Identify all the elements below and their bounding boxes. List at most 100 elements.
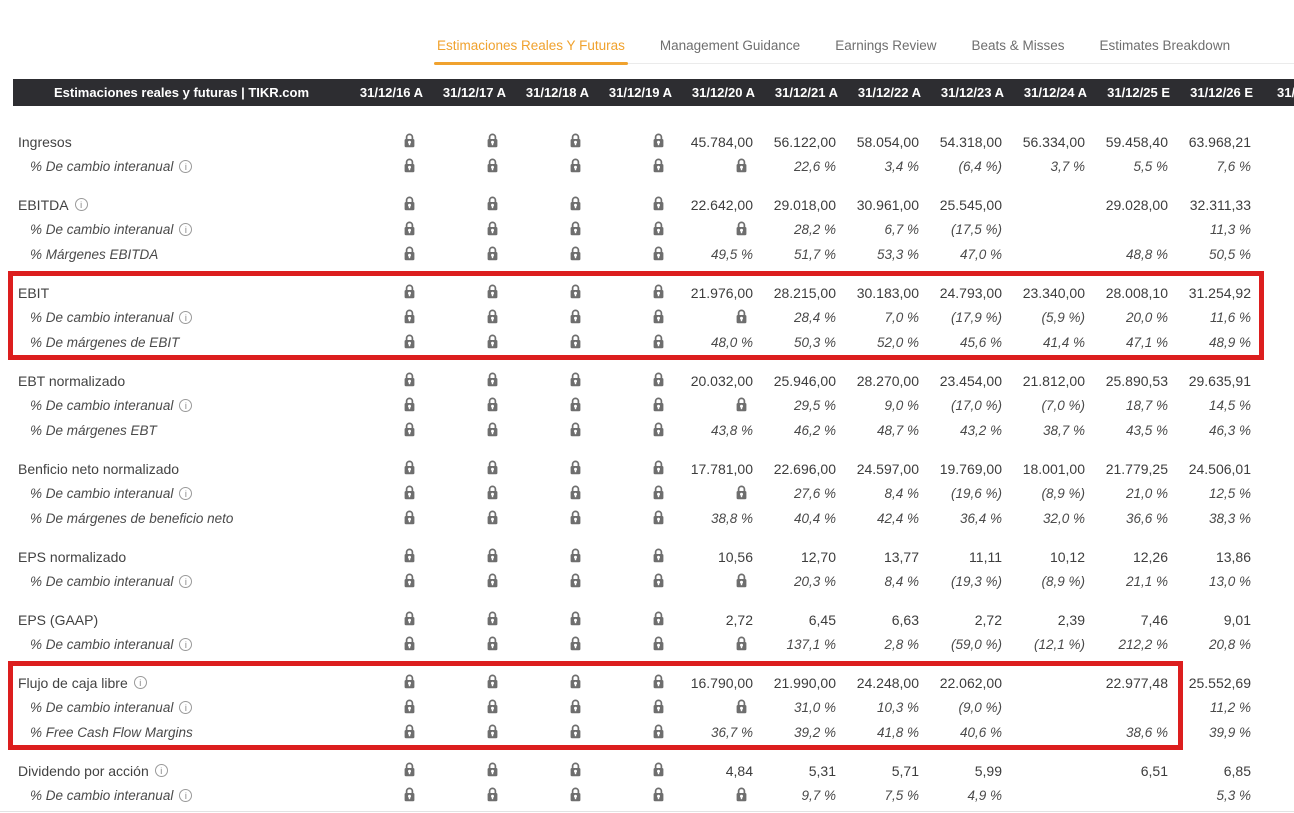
locked-cell	[350, 573, 433, 591]
row-label: Flujo de caja librei	[0, 675, 350, 691]
value-cell: 12,5 %	[1180, 486, 1263, 501]
value-cell: 20,0 %	[1097, 310, 1180, 325]
locked-cell	[350, 762, 433, 780]
value-cell: 23.340,00	[1014, 285, 1097, 301]
lock-icon	[403, 674, 416, 689]
row-label: EBIT	[0, 285, 350, 301]
lock-icon	[652, 284, 665, 299]
tab-management-guidance[interactable]: Management Guidance	[660, 27, 800, 63]
metric-row: % De cambio interanuali20,3 %8,4 %(19,3 …	[0, 569, 1294, 594]
locked-cell	[350, 510, 433, 528]
lock-icon	[403, 724, 416, 739]
value-cell: 21.990,00	[765, 675, 848, 691]
value-cell: 31.254,92	[1180, 285, 1263, 301]
row-label: % Free Cash Flow Margins	[0, 725, 350, 740]
metric-row: Flujo de caja librei16.790,0021.990,0024…	[0, 670, 1294, 695]
lock-icon	[652, 196, 665, 211]
value-cell: 28.008,10	[1097, 285, 1180, 301]
locked-cell	[433, 699, 516, 717]
locked-cell	[433, 158, 516, 176]
value-cell: 10,12	[1014, 549, 1097, 565]
row-label-text: % De cambio interanual	[30, 310, 173, 325]
info-icon[interactable]: i	[179, 160, 192, 173]
info-icon[interactable]: i	[179, 789, 192, 802]
info-icon[interactable]: i	[134, 676, 147, 689]
lock-icon	[569, 196, 582, 211]
info-icon[interactable]: i	[75, 198, 88, 211]
tab-estimates-breakdown[interactable]: Estimates Breakdown	[1100, 27, 1231, 63]
info-icon[interactable]: i	[179, 223, 192, 236]
row-label: % De cambio interanual i	[0, 310, 350, 325]
tab-estimaciones-reales-y-futuras[interactable]: Estimaciones Reales Y Futuras	[437, 27, 625, 63]
info-icon[interactable]: i	[155, 764, 168, 777]
info-icon[interactable]: i	[179, 399, 192, 412]
locked-cell	[516, 460, 599, 478]
lock-icon	[486, 397, 499, 412]
row-label-text: Dividendo por acción	[18, 763, 149, 779]
row-label: % De cambio interanuali	[0, 637, 350, 652]
locked-cell	[350, 548, 433, 566]
lock-icon	[486, 309, 499, 324]
value-cell: 12,26	[1097, 549, 1180, 565]
estimates-page: Estimaciones Reales Y Futuras Management …	[0, 0, 1294, 813]
lock-icon	[403, 422, 416, 437]
locked-cell	[433, 510, 516, 528]
metric-row: % De cambio interanuali22,6 %3,4 %(6,4 %…	[0, 154, 1294, 179]
row-label-text: EPS (GAAP)	[18, 612, 98, 628]
value-cell: 46,3 %	[1180, 423, 1263, 438]
value-cell: 45.784,00	[682, 134, 765, 150]
metric-row: Dividendo por accióni4,845,315,715,996,5…	[0, 758, 1294, 783]
value-cell: 6,85	[1180, 763, 1263, 779]
row-label: % De márgenes de EBIT	[0, 335, 350, 350]
value-cell: 24.597,00	[848, 461, 931, 477]
lock-icon	[652, 334, 665, 349]
info-icon[interactable]: i	[179, 638, 192, 651]
lock-icon	[403, 133, 416, 148]
locked-cell	[516, 221, 599, 239]
value-cell: 7,46	[1097, 612, 1180, 628]
value-cell: 28,2 %	[765, 222, 848, 237]
value-cell: (5,9 %)	[1014, 310, 1097, 325]
row-label: EBITDAi	[0, 197, 350, 213]
metric-row: Benficio neto normalizado17.781,0022.696…	[0, 456, 1294, 481]
value-cell: 25.545,00	[931, 197, 1014, 213]
lock-icon	[403, 460, 416, 475]
lock-icon	[486, 334, 499, 349]
info-icon[interactable]: i	[179, 311, 192, 324]
metric-section-ebitda: EBITDAi22.642,0029.018,0030.961,0025.545…	[0, 192, 1294, 267]
tab-beats-misses[interactable]: Beats & Misses	[971, 27, 1064, 63]
locked-cell	[516, 573, 599, 591]
value-cell: 13,0 %	[1180, 574, 1263, 589]
info-icon[interactable]: i	[179, 487, 192, 500]
lock-icon	[569, 510, 582, 525]
tab-earnings-review[interactable]: Earnings Review	[835, 27, 936, 63]
value-cell: 48,9 %	[1180, 335, 1263, 350]
metrics-table-body: Ingresos45.784,0056.122,0058.054,0054.31…	[0, 106, 1294, 808]
value-cell: 22.977,48	[1097, 675, 1180, 691]
value-cell: 8,4 %	[848, 574, 931, 589]
value-cell: (9,0 %)	[931, 700, 1014, 715]
info-icon[interactable]: i	[179, 575, 192, 588]
lock-icon	[652, 699, 665, 714]
locked-cell	[599, 372, 682, 390]
locked-cell	[433, 196, 516, 214]
metric-section-eps-gaap: EPS (GAAP)2,726,456,632,722,397,469,01% …	[0, 607, 1294, 657]
metric-row: EPS normalizado10,5612,7013,7711,1110,12…	[0, 544, 1294, 569]
locked-cell	[516, 724, 599, 742]
lock-icon	[403, 573, 416, 588]
row-label: % De cambio interanuali	[0, 486, 350, 501]
value-cell: 56.122,00	[765, 134, 848, 150]
value-cell: 6,45	[765, 612, 848, 628]
locked-cell	[433, 221, 516, 239]
locked-cell	[516, 158, 599, 176]
lock-icon	[735, 485, 748, 500]
info-icon[interactable]: i	[179, 701, 192, 714]
value-cell: 22.062,00	[931, 675, 1014, 691]
metric-row: % De cambio interanuali9,7 %7,5 %4,9 %5,…	[0, 783, 1294, 808]
value-cell: 4,9 %	[931, 788, 1014, 803]
locked-cell	[682, 699, 765, 717]
value-cell: 16.790,00	[682, 675, 765, 691]
value-cell: 20.032,00	[682, 373, 765, 389]
value-cell: 10,56	[682, 549, 765, 565]
locked-cell	[433, 460, 516, 478]
